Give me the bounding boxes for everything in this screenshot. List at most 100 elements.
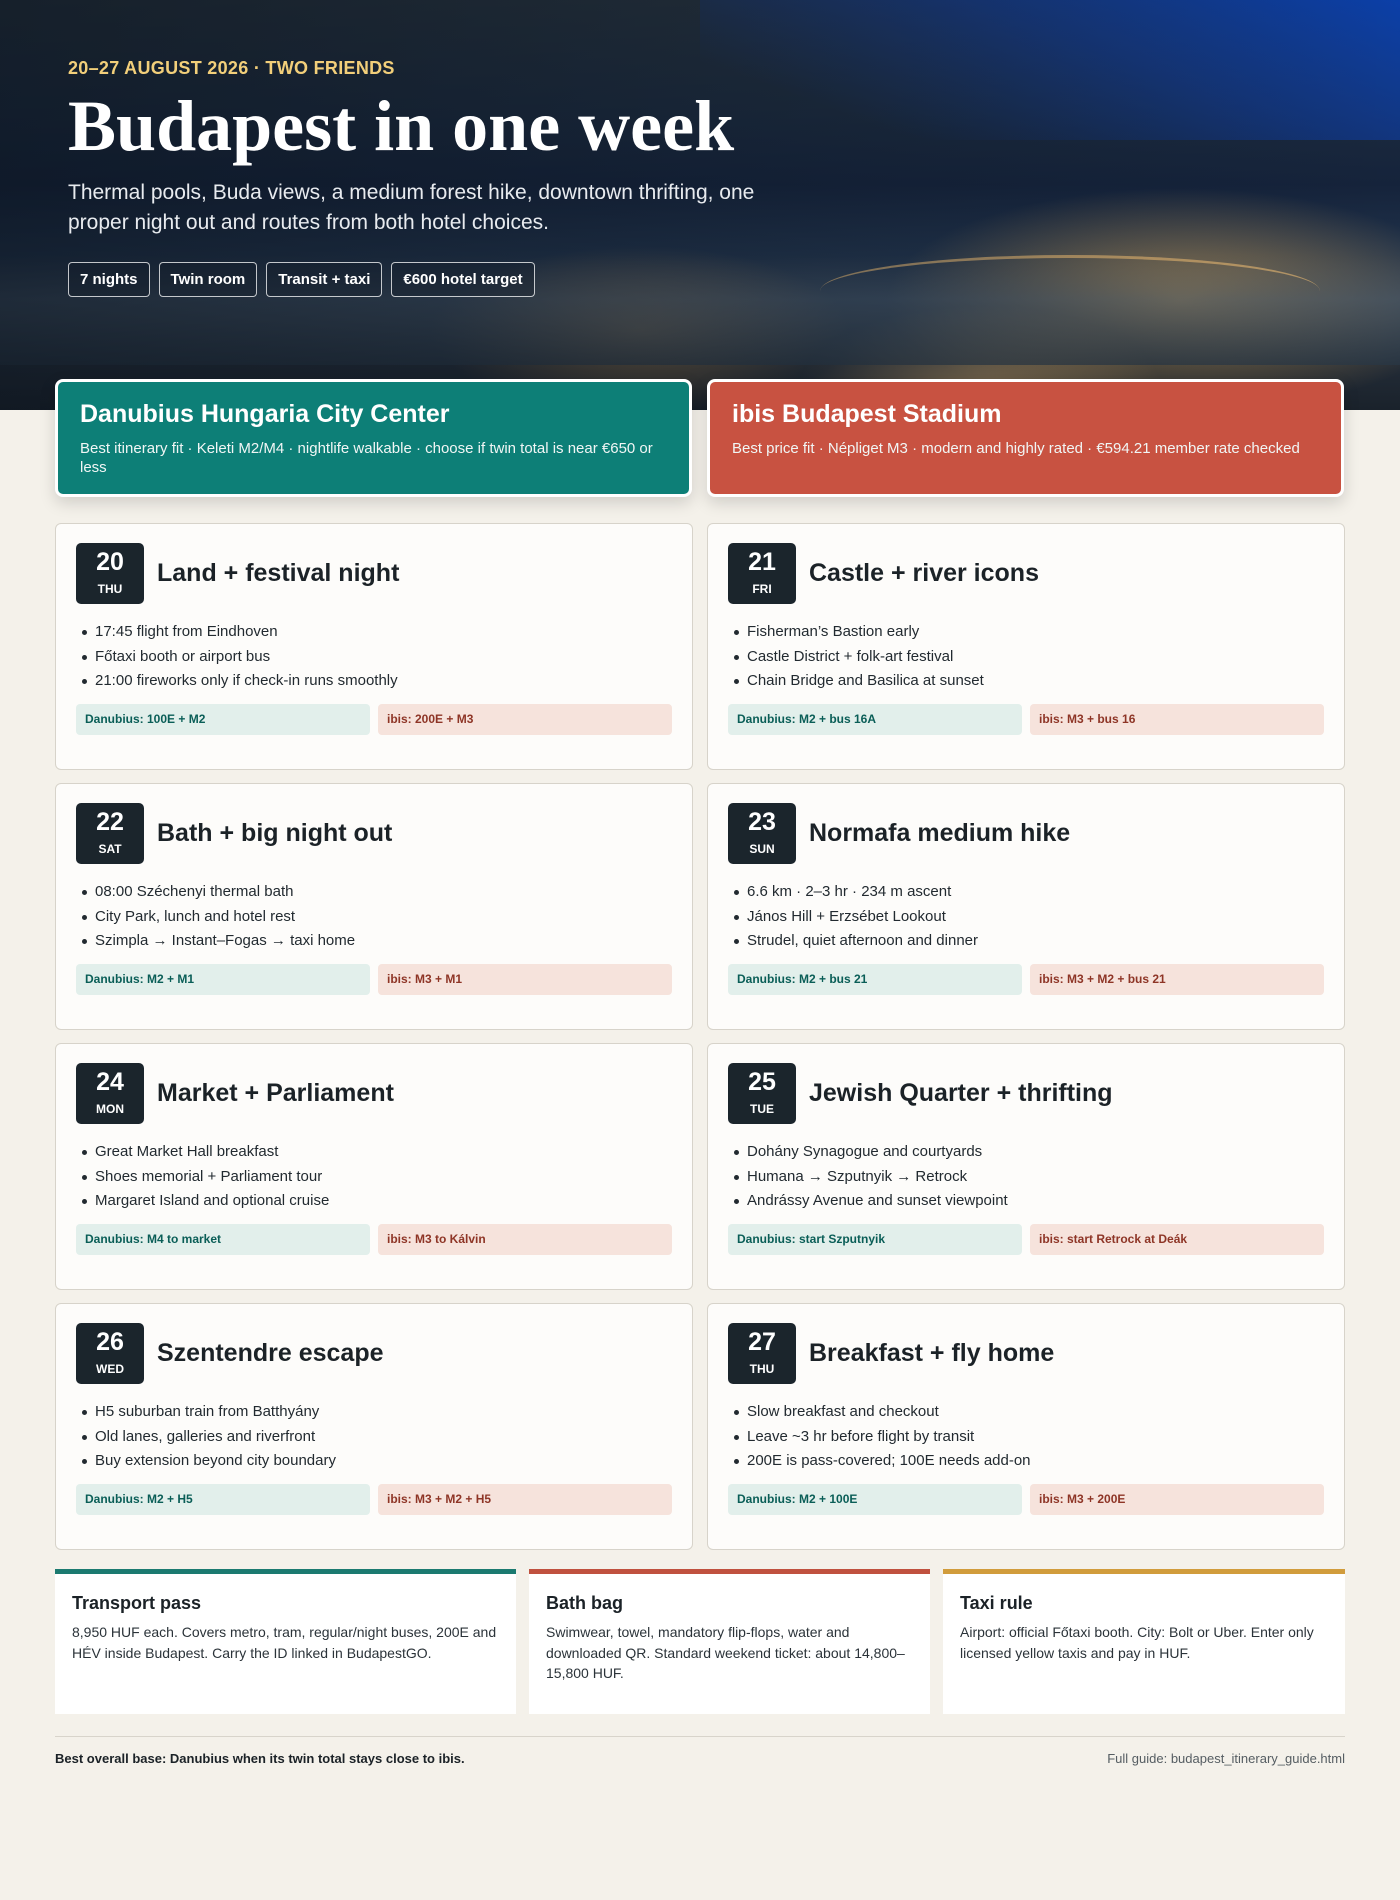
info-card-transport: Transport pass 8,950 HUF each. Covers me… xyxy=(55,1569,516,1714)
chip-transport: Transit + taxi xyxy=(266,262,383,298)
date-badge: 24 MON xyxy=(76,1063,144,1124)
date-badge: 27 THU xyxy=(728,1323,796,1384)
trip-chips: 7 nights Twin room Transit + taxi €600 h… xyxy=(68,262,788,298)
list-item: Shoes memorial + Parliament tour xyxy=(82,1165,672,1190)
route-ibis: ibis: M3 + M2 + H5 xyxy=(378,1483,672,1515)
day-of-week: THU xyxy=(749,1362,775,1376)
day-of-week: MON xyxy=(96,1102,124,1116)
list-item: Fisherman’s Bastion early xyxy=(734,620,1324,645)
list-item: Margaret Island and optional cruise xyxy=(82,1189,672,1214)
list-item: Buy extension beyond city boundary xyxy=(82,1449,672,1474)
route-danubius: Danubius: M2 + bus 16A xyxy=(728,703,1022,735)
date-number: 24 xyxy=(96,1068,124,1096)
day-activities: H5 suburban train from Batthyány Old lan… xyxy=(76,1400,672,1474)
route-ibis: ibis: M3 + M1 xyxy=(378,963,672,995)
list-item: Leave ~3 hr before flight by transit xyxy=(734,1425,1324,1450)
day-of-week: WED xyxy=(96,1362,124,1376)
day-title: Szentendre escape xyxy=(157,1339,384,1367)
day-card: 21 FRI Castle + river icons Fisherman’s … xyxy=(707,523,1345,770)
date-number: 22 xyxy=(96,808,124,836)
date-badge: 20 THU xyxy=(76,543,144,604)
list-item: Castle District + folk-art festival xyxy=(734,645,1324,670)
route-danubius: Danubius: M4 to market xyxy=(76,1223,370,1255)
date-badge: 21 FRI xyxy=(728,543,796,604)
hotel-name: Danubius Hungaria City Center xyxy=(80,400,450,428)
date-number: 25 xyxy=(748,1068,776,1096)
day-of-week: SAT xyxy=(98,842,122,856)
route-danubius: Danubius: start Szputnyik xyxy=(728,1223,1022,1255)
date-badge: 25 TUE xyxy=(728,1063,796,1124)
hotel-description: Best price fit · Népliget M3 · modern an… xyxy=(732,440,1300,457)
list-item: Great Market Hall breakfast xyxy=(82,1140,672,1165)
info-card-bath: Bath bag Swimwear, towel, mandatory flip… xyxy=(529,1569,930,1714)
hero-content: 20–27 AUGUST 2026 · TWO FRIENDS Budapest… xyxy=(68,58,788,298)
day-of-week: FRI xyxy=(752,582,772,596)
chip-nights: 7 nights xyxy=(68,262,150,298)
date-badge: 26 WED xyxy=(76,1323,144,1384)
route-ibis: ibis: start Retrock at Deák xyxy=(1030,1223,1324,1255)
day-of-week: TUE xyxy=(750,1102,774,1116)
info-title: Taxi rule xyxy=(960,1593,1033,1613)
hotel-card-ibis: ibis Budapest Stadium Best price fit · N… xyxy=(707,379,1344,497)
list-item: Slow breakfast and checkout xyxy=(734,1400,1324,1425)
hero-bridge-image xyxy=(820,255,1320,315)
day-card: 24 MON Market + Parliament Great Market … xyxy=(55,1043,693,1290)
list-item: János Hill + Erzsébet Lookout xyxy=(734,905,1324,930)
route-danubius: Danubius: M2 + M1 xyxy=(76,963,370,995)
chip-room: Twin room xyxy=(158,262,258,298)
hotel-card-danubius: Danubius Hungaria City Center Best itine… xyxy=(55,379,692,497)
day-title: Land + festival night xyxy=(157,559,400,587)
list-item: Old lanes, galleries and riverfront xyxy=(82,1425,672,1450)
route-danubius: Danubius: M2 + 100E xyxy=(728,1483,1022,1515)
route-ibis: ibis: M3 to Kálvin xyxy=(378,1223,672,1255)
list-item: Strudel, quiet afternoon and dinner xyxy=(734,929,1324,954)
day-activities: Dohány Synagogue and courtyards Humana →… xyxy=(728,1140,1324,1214)
list-item: Dohány Synagogue and courtyards xyxy=(734,1140,1324,1165)
page-subtitle: Thermal pools, Buda views, a medium fore… xyxy=(68,181,755,235)
list-item: 6.6 km · 2–3 hr · 234 m ascent xyxy=(734,880,1324,905)
day-activities: Great Market Hall breakfast Shoes memori… xyxy=(76,1140,672,1214)
footer-recommendation: Best overall base: Danubius when its twi… xyxy=(55,1751,465,1766)
list-item: 200E is pass-covered; 100E needs add-on xyxy=(734,1449,1324,1474)
day-card: 27 THU Breakfast + fly home Slow breakfa… xyxy=(707,1303,1345,1550)
day-title: Normafa medium hike xyxy=(809,819,1071,847)
route-ibis: ibis: M3 + 200E xyxy=(1030,1483,1324,1515)
info-card-taxi: Taxi rule Airport: official Főtaxi booth… xyxy=(943,1569,1345,1714)
list-item: H5 suburban train from Batthyány xyxy=(82,1400,672,1425)
route-ibis: ibis: M3 + M2 + bus 21 xyxy=(1030,963,1324,995)
hotel-description: Best itinerary fit · Keleti M2/M4 · nigh… xyxy=(80,440,653,476)
day-title: Castle + river icons xyxy=(809,559,1039,587)
info-body: Swimwear, towel, mandatory flip-flops, w… xyxy=(546,1624,905,1681)
day-of-week: SUN xyxy=(749,842,775,856)
route-ibis: ibis: M3 + bus 16 xyxy=(1030,703,1324,735)
date-number: 27 xyxy=(748,1328,776,1356)
list-item: City Park, lunch and hotel rest xyxy=(82,905,672,930)
hotel-name: ibis Budapest Stadium xyxy=(732,400,1002,428)
day-activities: 6.6 km · 2–3 hr · 234 m ascent János Hil… xyxy=(728,880,1324,954)
list-item: 08:00 Széchenyi thermal bath xyxy=(82,880,672,905)
day-card: 26 WED Szentendre escape H5 suburban tra… xyxy=(55,1303,693,1550)
date-badge: 22 SAT xyxy=(76,803,144,864)
footer-guide-link[interactable]: Full guide: budapest_itinerary_guide.htm… xyxy=(1107,1751,1345,1766)
chip-budget: €600 hotel target xyxy=(391,262,535,298)
footer-divider xyxy=(55,1736,1345,1737)
list-item: Főtaxi booth or airport bus xyxy=(82,645,672,670)
info-body: Airport: official Főtaxi booth. City: Bo… xyxy=(960,1624,1314,1661)
day-activities: 08:00 Széchenyi thermal bath City Park, … xyxy=(76,880,672,954)
day-title: Jewish Quarter + thrifting xyxy=(809,1079,1113,1107)
list-item: Chain Bridge and Basilica at sunset xyxy=(734,669,1324,694)
day-activities: 17:45 flight from Eindhoven Főtaxi booth… xyxy=(76,620,672,694)
date-number: 26 xyxy=(96,1328,124,1356)
route-danubius: Danubius: 100E + M2 xyxy=(76,703,370,735)
day-title: Market + Parliament xyxy=(157,1079,394,1107)
day-activities: Slow breakfast and checkout Leave ~3 hr … xyxy=(728,1400,1324,1474)
list-item: 17:45 flight from Eindhoven xyxy=(82,620,672,645)
day-card: 25 TUE Jewish Quarter + thrifting Dohány… xyxy=(707,1043,1345,1290)
info-title: Bath bag xyxy=(546,1593,624,1613)
trip-dates: 20–27 AUGUST 2026 · TWO FRIENDS xyxy=(68,58,395,78)
date-number: 20 xyxy=(96,548,124,576)
list-item: Humana → Szputnyik → Retrock xyxy=(734,1165,1324,1190)
route-ibis: ibis: 200E + M3 xyxy=(378,703,672,735)
route-danubius: Danubius: M2 + bus 21 xyxy=(728,963,1022,995)
day-activities: Fisherman’s Bastion early Castle Distric… xyxy=(728,620,1324,694)
